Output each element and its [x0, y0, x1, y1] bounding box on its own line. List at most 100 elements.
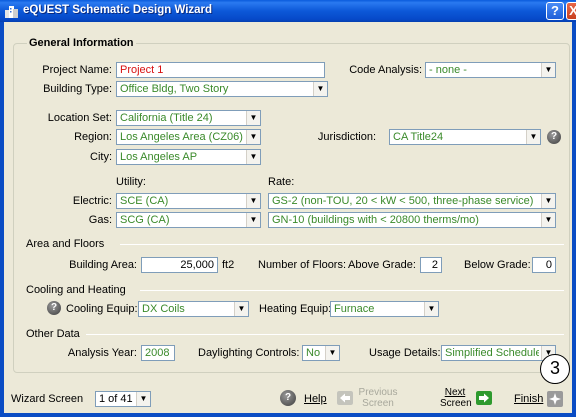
chevron-down-icon: ▼	[325, 346, 339, 360]
daylighting-dropdown[interactable]: No ▼	[302, 345, 340, 361]
below-grade-input[interactable]: 0	[532, 257, 556, 273]
chevron-down-icon: ▼	[541, 194, 555, 208]
gas-utility-value: SCG (CA)	[120, 214, 170, 226]
city-dropdown[interactable]: Los Angeles AP ▼	[116, 149, 261, 165]
jurisdiction-value: CA Title24	[393, 131, 444, 143]
help-icon[interactable]: ?	[280, 390, 296, 406]
building-area-input[interactable]: 25,000	[141, 257, 218, 273]
analysis-year-input[interactable]: 2008	[141, 345, 175, 361]
next-label-line2: Screen	[440, 398, 472, 409]
project-name-input[interactable]: Project 1	[116, 62, 325, 78]
daylighting-label: Daylighting Controls:	[198, 347, 300, 359]
chevron-down-icon: ▼	[246, 213, 260, 227]
chevron-down-icon: ▼	[246, 150, 260, 164]
chevron-down-icon: ▼	[246, 130, 260, 144]
region-value: Los Angeles Area (CZ06)	[120, 131, 243, 143]
title-close-button[interactable]: X	[566, 2, 576, 20]
jurisdiction-label: Jurisdiction:	[317, 131, 376, 143]
wizard-screen-value: 1 of 41	[99, 393, 133, 405]
location-set-label: Location Set:	[47, 112, 112, 124]
cooling-equip-value: DX Coils	[142, 303, 185, 315]
chevron-down-icon: ▼	[313, 82, 327, 96]
electric-label: Electric:	[72, 195, 112, 207]
usage-details-label: Usage Details:	[369, 347, 441, 359]
chevron-down-icon: ▼	[424, 302, 438, 316]
area-floors-section-title: Area and Floors	[26, 238, 105, 250]
chevron-down-icon: ▼	[246, 194, 260, 208]
jurisdiction-dropdown[interactable]: CA Title24 ▼	[389, 129, 541, 145]
location-set-value: California (Title 24)	[120, 112, 213, 124]
chevron-down-icon: ▼	[541, 213, 555, 227]
electric-rate-dropdown[interactable]: GS-2 (non-TOU, 20 < kW < 500, three-phas…	[268, 193, 556, 209]
other-data-section-title: Other Data	[26, 328, 80, 340]
previous-label: Previous	[358, 387, 398, 398]
rate-header: Rate:	[268, 176, 295, 188]
city-value: Los Angeles AP	[120, 151, 198, 163]
next-screen-button[interactable]: Next Screen	[440, 386, 496, 412]
chevron-down-icon: ▼	[234, 302, 248, 316]
daylighting-value: No	[306, 347, 321, 359]
window-title: eQUEST Schematic Design Wizard	[23, 4, 213, 16]
chevron-down-icon: ▼	[541, 63, 555, 77]
heating-equip-value: Furnace	[334, 303, 375, 315]
heating-equip-label: Heating Equip:	[259, 303, 332, 315]
region-dropdown[interactable]: Los Angeles Area (CZ06) ▼	[116, 129, 261, 145]
section-divider	[140, 290, 564, 291]
help-button[interactable]: Help	[304, 392, 327, 406]
next-label: Next	[444, 387, 466, 398]
previous-screen-button[interactable]: Previous Screen	[337, 386, 401, 412]
cooling-help-icon[interactable]: ?	[47, 301, 61, 315]
electric-utility-dropdown[interactable]: SCE (CA) ▼	[116, 193, 261, 209]
electric-rate-value: GS-2 (non-TOU, 20 < kW < 500, three-phas…	[272, 195, 534, 207]
building-type-value: Office Bldg, Two Story	[120, 83, 229, 95]
usage-details-value: Simplified Schedules	[445, 347, 539, 359]
section-divider	[120, 244, 564, 245]
chevron-down-icon: ▼	[526, 130, 540, 144]
floors-label: Number of Floors:	[258, 259, 347, 271]
wizard-screen-dropdown[interactable]: 1 of 41 ▼	[95, 391, 151, 407]
window-border-right	[572, 22, 576, 417]
building-type-label: Building Type:	[43, 83, 112, 95]
code-analysis-dropdown[interactable]: - none - ▼	[425, 62, 556, 78]
window-border-bottom	[0, 413, 576, 417]
group-title: General Information	[27, 37, 136, 49]
wizard-screen-label: Wizard Screen	[11, 393, 84, 405]
city-label: City:	[90, 151, 112, 163]
below-grade-label: Below Grade:	[464, 259, 531, 271]
code-analysis-value: - none -	[429, 64, 467, 76]
cooling-equip-label: Cooling Equip:	[66, 303, 138, 315]
cooling-equip-dropdown[interactable]: DX Coils ▼	[138, 301, 249, 317]
building-area-label: Building Area:	[69, 259, 137, 271]
region-label: Region:	[74, 131, 112, 143]
gas-rate-dropdown[interactable]: GN-10 (buildings with < 20800 therms/mo)…	[268, 212, 556, 228]
title-bar[interactable]: eQUEST Schematic Design Wizard ? X	[0, 0, 576, 22]
gas-label: Gas:	[88, 214, 112, 226]
above-grade-input[interactable]: 2	[420, 257, 442, 273]
previous-label-line2: Screen	[362, 398, 394, 409]
chevron-down-icon: ▼	[246, 111, 260, 125]
section-divider	[86, 334, 564, 335]
project-name-label: Project Name:	[42, 64, 112, 76]
equest-app-icon	[5, 6, 18, 18]
building-type-dropdown[interactable]: Office Bldg, Two Story ▼	[116, 81, 328, 97]
usage-details-dropdown[interactable]: Simplified Schedules ▼	[441, 345, 556, 361]
building-area-unit: ft2	[222, 259, 235, 271]
heating-equip-dropdown[interactable]: Furnace ▼	[330, 301, 439, 317]
code-analysis-label: Code Analysis:	[349, 64, 422, 76]
window-border-left	[0, 22, 4, 417]
back-arrow-icon	[337, 391, 353, 405]
gas-utility-dropdown[interactable]: SCG (CA) ▼	[116, 212, 261, 228]
utility-header: Utility:	[116, 176, 146, 188]
gas-rate-value: GN-10 (buildings with < 20800 therms/mo)	[272, 214, 479, 226]
location-set-dropdown[interactable]: California (Title 24) ▼	[116, 110, 261, 126]
chevron-down-icon: ▼	[136, 392, 150, 406]
forward-arrow-icon	[476, 391, 492, 405]
analysis-year-label: Analysis Year:	[67, 347, 137, 359]
finish-icon[interactable]	[547, 391, 563, 407]
finish-button[interactable]: Finish	[514, 392, 543, 406]
title-help-button[interactable]: ?	[546, 2, 564, 20]
cooling-heating-section-title: Cooling and Heating	[26, 284, 126, 296]
jurisdiction-help-icon[interactable]: ?	[547, 130, 561, 144]
electric-utility-value: SCE (CA)	[120, 195, 169, 207]
step-marker: 3	[540, 354, 570, 384]
